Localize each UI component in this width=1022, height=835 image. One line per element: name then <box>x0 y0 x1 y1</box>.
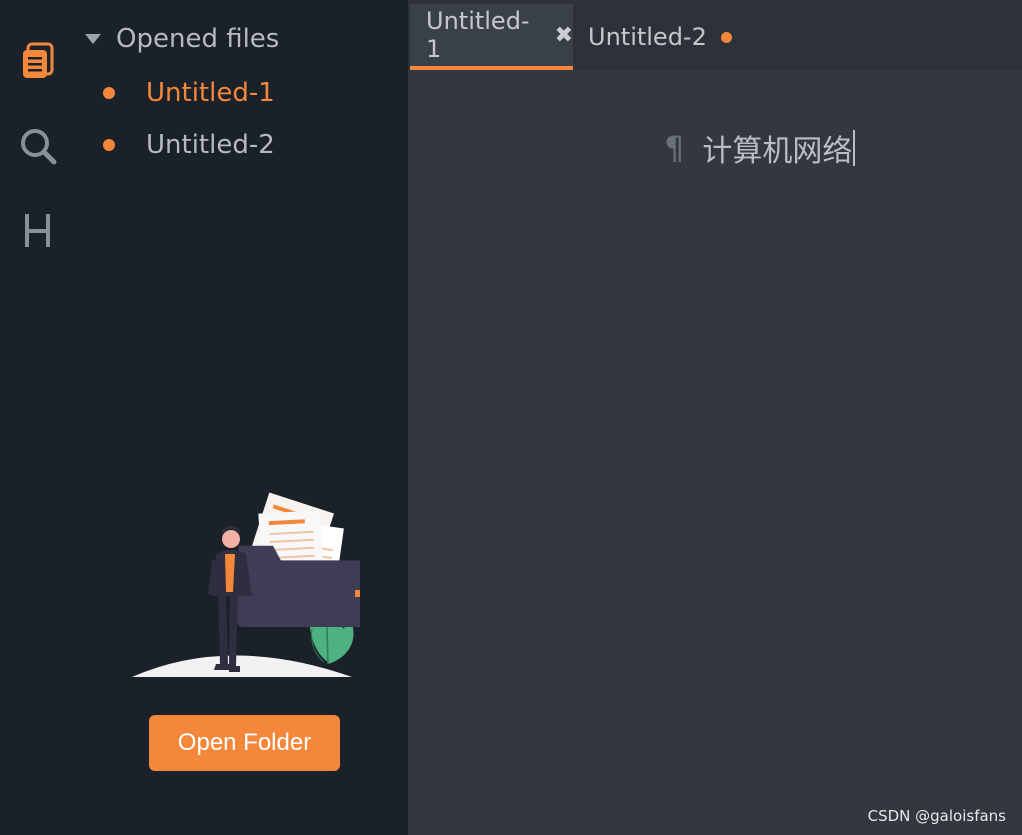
caret-down-icon <box>85 34 101 44</box>
modified-dot-icon <box>720 31 732 43</box>
close-icon[interactable]: ✖ <box>555 23 573 48</box>
modified-dot-icon <box>103 139 115 151</box>
editor-line[interactable]: ¶ 计算机网络 <box>664 126 856 170</box>
tab-bar: Untitled-1 ✖ Untitled-2 <box>408 0 1022 70</box>
file-item-label: Untitled-2 <box>146 130 275 160</box>
tab-untitled-2[interactable]: Untitled-2 <box>573 4 732 70</box>
watermark: CSDN @galoisfans <box>867 807 1006 825</box>
file-item-untitled-2[interactable]: Untitled-2 <box>103 127 275 163</box>
file-item-untitled-1[interactable]: Untitled-1 <box>103 75 275 111</box>
paragraph-icon: ¶ <box>664 129 685 167</box>
files-icon[interactable] <box>17 40 59 82</box>
modified-dot-icon <box>103 87 115 99</box>
empty-folder-illustration <box>130 484 377 689</box>
opened-files-header[interactable]: Opened files <box>85 22 279 56</box>
editor-text[interactable]: 计算机网络 <box>702 126 852 170</box>
tab-label: Untitled-1 <box>426 7 530 63</box>
text-cursor <box>853 130 856 166</box>
search-icon[interactable] <box>17 125 59 167</box>
editor: Untitled-1 ✖ Untitled-2 ¶ 计算机网络 CSDN @ga… <box>408 0 1022 835</box>
file-item-label: Untitled-1 <box>146 78 275 108</box>
tab-label: Untitled-2 <box>588 23 707 51</box>
open-folder-button[interactable]: Open Folder <box>149 715 340 771</box>
opened-files-title: Opened files <box>116 24 280 54</box>
activity-bar <box>0 0 75 835</box>
sidebar: Opened files Untitled-1 Untitled-2 Open … <box>75 0 408 835</box>
heading-icon[interactable] <box>17 210 59 252</box>
tab-untitled-1[interactable]: Untitled-1 ✖ <box>410 4 573 70</box>
